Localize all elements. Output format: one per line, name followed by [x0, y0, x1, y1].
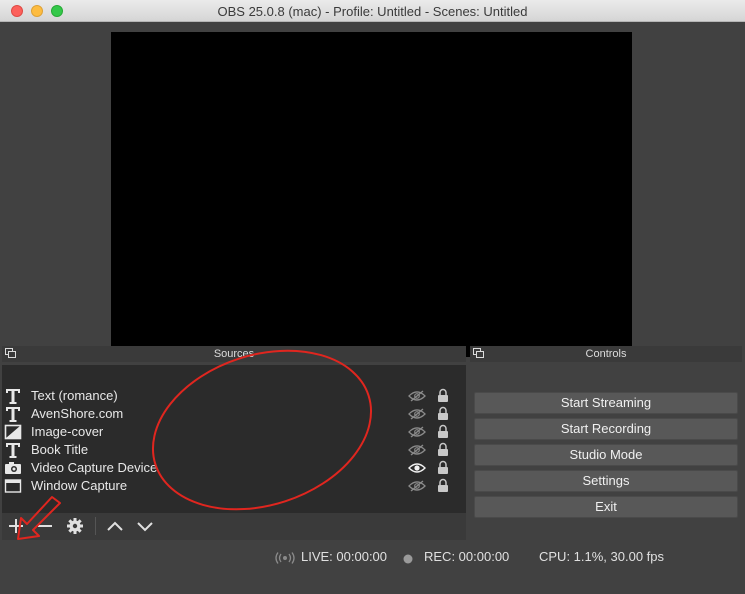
visibility-hidden-icon[interactable]	[408, 444, 426, 456]
sources-dock-header: Sources	[2, 346, 466, 362]
preview-canvas[interactable]	[111, 32, 632, 357]
lock-icon[interactable]	[437, 442, 449, 457]
text-icon	[6, 407, 20, 422]
source-label: Video Capture Device	[31, 460, 158, 475]
lock-icon[interactable]	[437, 460, 449, 475]
toolbar-separator	[95, 517, 96, 535]
lock-icon[interactable]	[437, 478, 449, 493]
sources-toolbar	[2, 513, 466, 540]
source-label: Text (romance)	[31, 388, 118, 403]
controls-title: Controls	[585, 348, 627, 360]
start-streaming-button[interactable]: Start Streaming	[474, 392, 738, 414]
lock-icon[interactable]	[437, 424, 449, 439]
visibility-hidden-icon[interactable]	[408, 426, 426, 438]
source-item[interactable]: AvenShore.com	[2, 405, 466, 423]
window-icon	[4, 479, 22, 493]
controls-dock-header: Controls	[470, 346, 742, 362]
cpu-status: CPU: 1.1%, 30.00 fps	[539, 549, 665, 564]
sources-list[interactable]: Text (romance) AvenShore.com Image-cover…	[2, 365, 466, 513]
camera-icon	[5, 462, 21, 474]
source-label: Image-cover	[31, 424, 104, 439]
source-item[interactable]: Text (romance)	[2, 387, 466, 405]
settings-button[interactable]: Settings	[474, 470, 738, 492]
exit-button[interactable]: Exit	[474, 496, 738, 518]
record-indicator-icon	[403, 554, 413, 564]
gear-icon[interactable]	[64, 516, 86, 536]
dock-float-icon[interactable]	[5, 348, 17, 359]
broadcast-icon	[275, 552, 295, 564]
minus-icon[interactable]	[34, 516, 56, 536]
studio-mode-button[interactable]: Studio Mode	[474, 444, 738, 466]
dock-float-icon[interactable]	[473, 348, 485, 359]
sources-title: Sources	[213, 348, 255, 360]
visibility-hidden-icon[interactable]	[408, 408, 426, 420]
text-icon	[6, 443, 20, 458]
text-icon	[6, 389, 20, 404]
visibility-visible-icon[interactable]	[408, 462, 426, 474]
visibility-hidden-icon[interactable]	[408, 480, 426, 492]
source-item[interactable]: Video Capture Device	[2, 459, 466, 477]
window-title: OBS 25.0.8 (mac) - Profile: Untitled - S…	[217, 4, 528, 19]
lock-icon[interactable]	[437, 406, 449, 421]
rec-timer: REC: 00:00:00	[424, 549, 510, 564]
source-item[interactable]: Window Capture	[2, 477, 466, 495]
source-label: Book Title	[31, 442, 89, 457]
image-icon	[4, 424, 22, 440]
source-item[interactable]: Book Title	[2, 441, 466, 459]
live-timer: LIVE: 00:00:00	[301, 549, 388, 564]
source-label: AvenShore.com	[31, 406, 124, 421]
source-label: Window Capture	[31, 478, 128, 493]
chevron-up-icon[interactable]	[104, 516, 126, 536]
plus-icon[interactable]	[5, 516, 27, 536]
start-recording-button[interactable]: Start Recording	[474, 418, 738, 440]
chevron-down-icon[interactable]	[134, 516, 156, 536]
source-item[interactable]: Image-cover	[2, 423, 466, 441]
visibility-hidden-icon[interactable]	[408, 390, 426, 402]
title-bar: OBS 25.0.8 (mac) - Profile: Untitled - S…	[0, 0, 745, 22]
status-bar: LIVE: 00:00:00 REC: 00:00:00 CPU: 1.1%, …	[0, 542, 745, 572]
lock-icon[interactable]	[437, 388, 449, 403]
